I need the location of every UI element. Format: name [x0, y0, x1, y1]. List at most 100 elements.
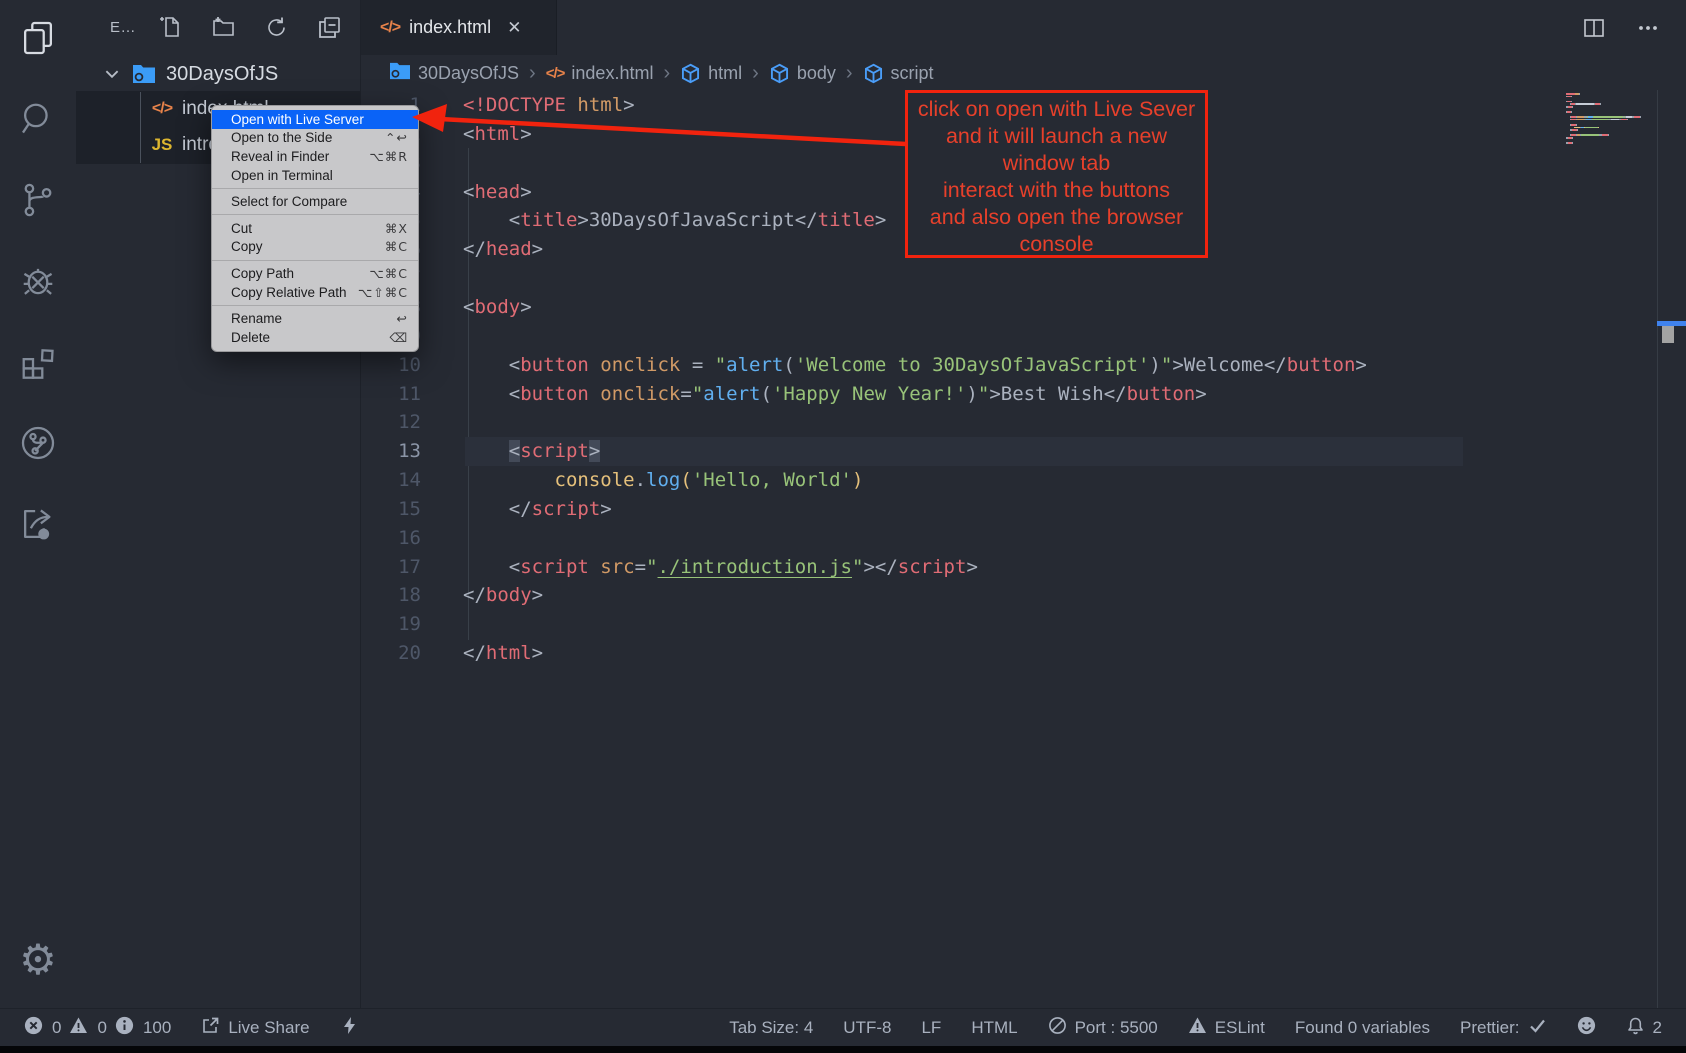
menu-item-shortcut: ⌥⌘C [369, 266, 408, 281]
status-bar: 00100 Live Share Tab Size: 4 UTF-8 LF HTML Po… [0, 1008, 1686, 1046]
minimap-indent [1566, 127, 1574, 129]
status-item-prettier[interactable]: Prettier: [1460, 1016, 1547, 1040]
minimap-line [1566, 139, 1658, 141]
minimap-token [1608, 134, 1609, 136]
line-number: 17 [361, 553, 421, 582]
code-line-9: 9 [361, 322, 1686, 351]
annotation-text-line: console [908, 231, 1205, 258]
breadcrumb-item-30DaysOfJS[interactable]: 30DaysOfJS [389, 61, 519, 86]
menu-item-label: Delete [231, 330, 389, 345]
menu-item-copy[interactable]: Copy⌘C [212, 238, 418, 257]
menu-item-shortcut: ↩ [397, 311, 408, 326]
menu-item-select-for-compare[interactable]: Select for Compare [212, 192, 418, 211]
status-item-tab-size[interactable]: Tab Size: 4 [729, 1018, 813, 1038]
activity-item-search[interactable] [14, 95, 62, 147]
status-item-language-mode[interactable]: HTML [971, 1018, 1017, 1038]
minimap-token [1566, 93, 1575, 95]
menu-item-open-to-the-side[interactable]: Open to the Side⌃↩ [212, 129, 418, 148]
split-editor-icon[interactable] [1582, 16, 1606, 40]
code-text: <body> [463, 293, 532, 322]
new-folder-icon[interactable] [211, 15, 236, 40]
code-text: </head> [463, 235, 543, 264]
menu-item-cut[interactable]: Cut⌘X [212, 219, 418, 238]
minimap-line [1566, 121, 1658, 123]
code-line-13: 13 <script> [361, 437, 1686, 466]
code-text: </body> [463, 581, 543, 610]
minimap-token [1572, 137, 1573, 139]
menu-item-open-with-live-server[interactable]: Open with Live Server [212, 110, 418, 129]
breadcrumb-item-body[interactable]: body [769, 63, 836, 84]
tab-index-html[interactable]: </> index.html ✕ [361, 0, 557, 55]
menu-item-delete[interactable]: Delete⌫ [212, 328, 418, 347]
annotation-text-line: and it will launch a new [908, 123, 1205, 150]
minimap-token [1582, 134, 1598, 136]
code-text: <button onclick = "alert('Welcome to 30D… [463, 351, 1367, 380]
status-item-variables[interactable]: Found 0 variables [1295, 1018, 1430, 1038]
menu-item-rename[interactable]: Rename↩ [212, 309, 418, 328]
breadcrumb-item-html[interactable]: html [680, 63, 742, 84]
status-warning-group: 0 [69, 1016, 106, 1040]
code-line-12: 12 [361, 408, 1686, 437]
minimap-line [1566, 103, 1658, 105]
line-number: 18 [361, 581, 421, 610]
menu-item-reveal-in-finder[interactable]: Reveal in Finder⌥⌘R [212, 147, 418, 166]
settings-icon: ⚙ [19, 939, 57, 981]
activity-item-live-share[interactable] [14, 500, 62, 552]
status-item-bolt[interactable] [340, 1016, 359, 1040]
code-line-18: 18 </body> [361, 581, 1686, 610]
activity-item-source-control[interactable] [14, 176, 62, 228]
menu-item-label: Copy [231, 239, 385, 254]
minimap-line [1566, 98, 1658, 100]
activity-item-debug[interactable] [14, 257, 62, 309]
bell-icon [1626, 1016, 1645, 1040]
bolt-icon [340, 1016, 359, 1040]
menu-item-shortcut: ⌃↩ [385, 130, 408, 145]
new-file-icon[interactable] [158, 15, 183, 40]
menu-item-label: Copy Relative Path [231, 285, 358, 300]
symbol-cube-icon [863, 63, 884, 84]
activity-item-settings[interactable]: ⚙ [14, 934, 62, 986]
status-item-port[interactable]: Port : 5500 [1048, 1016, 1158, 1040]
menu-item-label: Cut [231, 221, 385, 236]
gitlens-icon [18, 423, 58, 468]
status-item-notifications[interactable]: 2 [1626, 1016, 1662, 1040]
refresh-icon[interactable] [264, 15, 289, 40]
collapse-all-icon[interactable] [317, 15, 342, 40]
scrollbar-thumb[interactable] [1662, 326, 1674, 343]
status-item-eslint[interactable]: ESLint [1188, 1016, 1265, 1040]
minimap[interactable] [1566, 93, 1658, 145]
status-label: Port : 5500 [1075, 1018, 1158, 1038]
menu-item-copy-path[interactable]: Copy Path⌥⌘C [212, 264, 418, 283]
minimap-line [1566, 114, 1658, 116]
activity-item-gitlens[interactable] [14, 419, 62, 471]
code-line-19: 19 [361, 610, 1686, 639]
tab-close-icon[interactable]: ✕ [507, 18, 521, 38]
tree-item-root-folder[interactable]: 30DaysOfJS [76, 57, 360, 91]
breadcrumb-item-index-html[interactable]: </>index.html [546, 63, 654, 84]
chevron-down-icon[interactable] [103, 65, 121, 83]
status-item-encoding[interactable]: UTF-8 [843, 1018, 891, 1038]
code-text: </script> [463, 495, 612, 524]
minimap-line [1566, 96, 1658, 98]
chevron-right-icon: › [663, 62, 670, 85]
more-actions-icon[interactable] [1636, 16, 1660, 40]
status-item-feedback[interactable] [1577, 1016, 1596, 1040]
menu-item-copy-relative-path[interactable]: Copy Relative Path⌥⇧⌘C [212, 283, 418, 302]
line-number: 13 [361, 437, 421, 466]
status-label: Prettier: [1460, 1018, 1520, 1038]
breadcrumb-item-script[interactable]: script [863, 63, 934, 84]
code-line-10: 10 <button onclick = "alert('Welcome to … [361, 351, 1686, 380]
minimap-line [1566, 119, 1658, 121]
status-item-live-share[interactable]: Live Share [201, 1016, 309, 1040]
code-line-15: 15 </script> [361, 495, 1686, 524]
activity-item-extensions[interactable] [14, 338, 62, 390]
status-item-problems[interactable]: 00100 [24, 1016, 171, 1040]
menu-item-shortcut: ⌫ [389, 330, 408, 345]
code-line-16: 16 [361, 524, 1686, 553]
minimap-line [1566, 116, 1658, 118]
activity-item-explorer[interactable] [14, 14, 62, 66]
menu-item-open-in-terminal[interactable]: Open in Terminal [212, 166, 418, 185]
code-icon: </> [546, 65, 565, 82]
folder-icon [389, 61, 411, 86]
status-item-eol[interactable]: LF [921, 1018, 941, 1038]
